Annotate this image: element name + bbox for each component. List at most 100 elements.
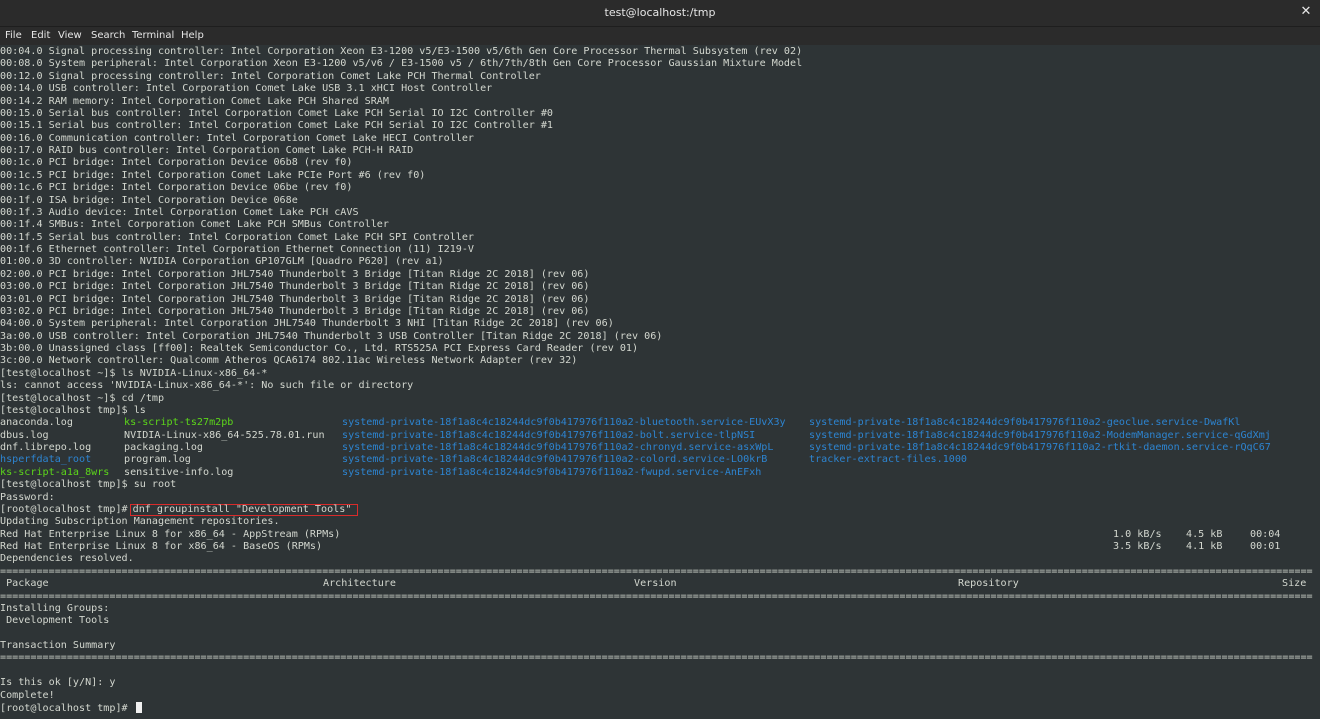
- menu-bar: File Edit View Search Terminal Help: [0, 27, 1320, 45]
- output-line: 00:1c.6 PCI bridge: Intel Corporation De…: [0, 182, 353, 194]
- root-prompt: [root@localhost tmp]#: [0, 503, 128, 515]
- lspci-output: 00:04.0 Signal processing controller: In…: [0, 46, 1320, 368]
- close-icon[interactable]: ✕: [1298, 4, 1314, 20]
- header-version: Version: [634, 578, 677, 590]
- ls-row: ks-script-a1a_8wrs sensitive-info.log syst…: [0, 467, 1320, 479]
- menu-edit[interactable]: Edit: [31, 30, 50, 41]
- ls-entry: dbus.log: [0, 429, 49, 441]
- output-line: 00:04.0 Signal processing controller: In…: [0, 46, 803, 57]
- su-line: [test@localhost tmp]$ su root: [0, 479, 177, 491]
- header-repository: Repository: [958, 578, 1019, 590]
- output-line: 00:1f.0 ISA bridge: Intel Corporation De…: [0, 194, 298, 206]
- password-line: Password:: [0, 491, 55, 503]
- output-line: 3c:00.0 Network controller: Qualcomm Ath…: [0, 355, 578, 367]
- menu-terminal[interactable]: Terminal: [132, 30, 174, 41]
- ls-entry: program.log: [124, 454, 191, 466]
- shell-line: [test@localhost ~]$ cd /tmp: [0, 392, 165, 404]
- repo-line: Red Hat Enterprise Linux 8 for x86_64 - …: [0, 541, 1320, 553]
- text-cursor: [135, 701, 142, 713]
- terminal-output[interactable]: 00:04.0 Signal processing controller: In…: [0, 46, 1320, 719]
- ls-entry: packaging.log: [124, 442, 204, 453]
- confirm-question: Is this ok [y/N]: y: [0, 677, 116, 689]
- output-line: 00:08.0 System peripheral: Intel Corpora…: [0, 58, 803, 70]
- separator-rule: ========================================…: [0, 652, 1320, 664]
- shell-session: [test@localhost ~]$ ls NVIDIA-Linux-x86_…: [0, 368, 1320, 418]
- final-prompt-line[interactable]: [root@localhost tmp]#: [0, 701, 1320, 714]
- ls-row: hsperfdata_root program.log systemd-privat…: [0, 454, 1320, 466]
- shell-line: [test@localhost ~]$ ls NVIDIA-Linux-x86_…: [0, 367, 268, 379]
- ls-entry: systemd-private-18f1a8c4c18244dc9f0b4179…: [342, 466, 762, 478]
- output-line: 00:1f.3 Audio device: Intel Corporation …: [0, 206, 359, 218]
- output-line: 00:17.0 RAID bus controller: Intel Corpo…: [0, 145, 414, 156]
- ls-entry: ks-script-a1a_8wrs: [0, 466, 110, 478]
- ls-row: dbus.log NVIDIA-Linux-x86_64-525.78.01.ru…: [0, 430, 1320, 442]
- output-line: 01:00.0 3D controller: NVIDIA Corporatio…: [0, 256, 444, 268]
- ls-entry: sensitive-info.log: [124, 466, 234, 478]
- repo-time: 00:04: [1250, 528, 1281, 540]
- window-title: test@localhost:/tmp: [604, 6, 716, 19]
- updating-line: Updating Subscription Management reposit…: [0, 516, 280, 528]
- separator-rule: ========================================…: [0, 591, 1320, 603]
- ls-entry: ks-script-ts27m2pb: [124, 417, 234, 429]
- output-line: 03:00.0 PCI bridge: Intel Corporation JH…: [0, 281, 590, 293]
- output-line: 03:02.0 PCI bridge: Intel Corporation JH…: [0, 305, 590, 317]
- command-text: dnf groupinstall "Development Tools": [132, 503, 352, 515]
- final-prompt: [root@localhost tmp]#: [0, 702, 134, 714]
- rule-text: ========================================…: [0, 590, 1313, 602]
- output-line: 00:15.0 Serial bus controller: Intel Cor…: [0, 107, 554, 119]
- output-line: 3b:00.0 Unassigned class [ff00]: Realtek…: [0, 343, 639, 354]
- group-name: Development Tools: [0, 615, 110, 627]
- ls-entry: tracker-extract-files.1000: [809, 454, 968, 466]
- deps-resolved: Dependencies resolved.: [0, 553, 134, 565]
- repo-name: Red Hat Enterprise Linux 8 for x86_64 - …: [0, 541, 323, 552]
- repo-speed: 1.0 kB/s: [1113, 528, 1162, 540]
- ls-entry: anaconda.log: [0, 417, 73, 429]
- output-line: 00:15.1 Serial bus controller: Intel Cor…: [0, 120, 554, 132]
- output-line: 04:00.0 System peripheral: Intel Corpora…: [0, 318, 614, 330]
- header-size: Size: [1282, 578, 1307, 590]
- repo-time: 00:01: [1250, 541, 1281, 552]
- output-line: 00:14.0 USB controller: Intel Corporatio…: [0, 83, 493, 95]
- repo-name: Red Hat Enterprise Linux 8 for x86_64 - …: [0, 528, 341, 540]
- ls-entry: systemd-private-18f1a8c4c18244dc9f0b4179…: [342, 454, 768, 466]
- complete-line: Complete!: [0, 689, 55, 701]
- menu-help[interactable]: Help: [181, 30, 204, 41]
- ls-entry: NVIDIA-Linux-x86_64-525.78.01.run: [124, 429, 325, 441]
- menu-view[interactable]: View: [58, 30, 82, 41]
- ls-entry: systemd-private-18f1a8c4c18244dc9f0b4179…: [342, 429, 756, 441]
- transaction-summary: Transaction Summary: [0, 640, 116, 651]
- ls-entry: dnf.librepo.log: [0, 442, 92, 453]
- output-line: 00:1c.5 PCI bridge: Intel Corporation Co…: [0, 169, 426, 181]
- output-line: 00:1f.4 SMBus: Intel Corporation Comet L…: [0, 219, 389, 231]
- output-line: 00:14.2 RAM memory: Intel Corporation Co…: [0, 95, 389, 107]
- output-line: 00:1f.6 Ethernet controller: Intel Corpo…: [0, 244, 475, 255]
- repo-line: Red Hat Enterprise Linux 8 for x86_64 - …: [0, 529, 1320, 541]
- ls-entry: hsperfdata_root: [0, 454, 92, 466]
- output-line: 00:1f.5 Serial bus controller: Intel Cor…: [0, 231, 475, 243]
- highlighted-command: dnf groupinstall "Development Tools": [129, 503, 359, 516]
- ls-entry: systemd-private-18f1a8c4c18244dc9f0b4179…: [809, 442, 1271, 453]
- table-header: Package Architecture Version Repository …: [0, 578, 1320, 590]
- command-line: [root@localhost tmp]# dnf groupinstall "D…: [0, 503, 1320, 516]
- shell-line: ls: cannot access 'NVIDIA-Linux-x86_64-*…: [0, 380, 414, 392]
- window-titlebar[interactable]: test@localhost:/tmp ✕: [0, 0, 1320, 27]
- repo-speed: 3.5 kB/s: [1113, 541, 1162, 552]
- menu-file[interactable]: File: [5, 30, 22, 41]
- rule-text: ========================================…: [0, 652, 1313, 664]
- header-architecture: Architecture: [323, 578, 396, 590]
- shell-line: [test@localhost tmp]$ ls: [0, 404, 146, 416]
- repo-list: Red Hat Enterprise Linux 8 for x86_64 - …: [0, 529, 1320, 554]
- ls-entry: systemd-private-18f1a8c4c18244dc9f0b4179…: [342, 442, 774, 453]
- ls-row: dnf.librepo.log packaging.log systemd-priv…: [0, 442, 1320, 454]
- menu-search[interactable]: Search: [91, 30, 125, 41]
- output-line: 00:16.0 Communication controller: Intel …: [0, 132, 475, 144]
- ls-listing: anaconda.log ks-script-ts27m2pb systemd-pr…: [0, 417, 1320, 479]
- output-line: 03:01.0 PCI bridge: Intel Corporation JH…: [0, 293, 590, 305]
- repo-size: 4.1 kB: [1186, 541, 1223, 552]
- ls-row: anaconda.log ks-script-ts27m2pb systemd-pr…: [0, 417, 1320, 429]
- ls-entry: systemd-private-18f1a8c4c18244dc9f0b4179…: [342, 417, 786, 429]
- ls-entry: systemd-private-18f1a8c4c18244dc9f0b4179…: [809, 417, 1241, 429]
- output-line: 3a:00.0 USB controller: Intel Corporatio…: [0, 330, 663, 342]
